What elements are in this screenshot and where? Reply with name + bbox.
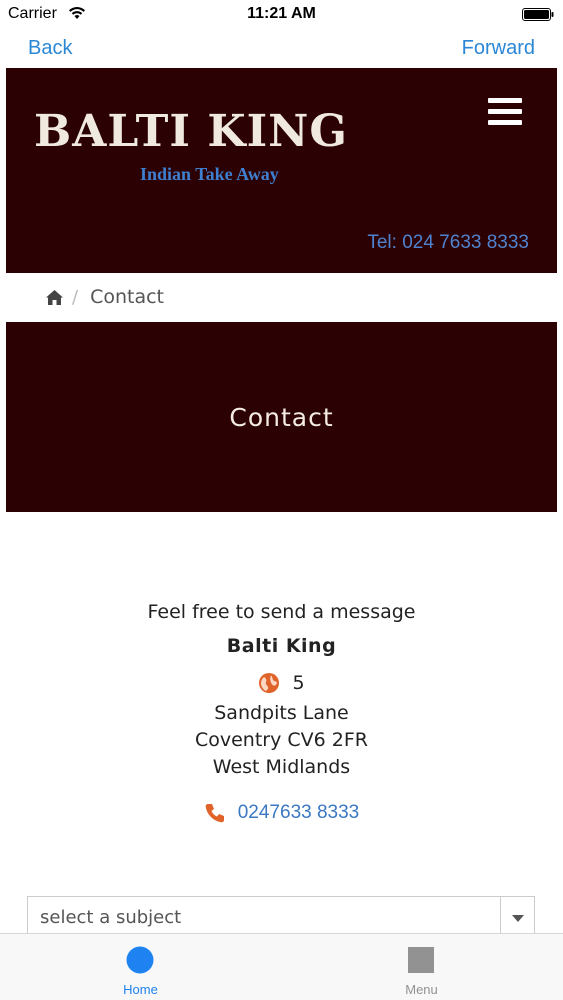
address-number-row: 5 xyxy=(0,666,563,700)
breadcrumb-separator: / xyxy=(72,286,79,308)
header-phone[interactable]: Tel: 024 7633 8333 xyxy=(367,232,529,254)
tab-label: Home xyxy=(123,982,158,997)
contact-intro: Feel free to send a message xyxy=(147,601,416,623)
page-banner: Contact xyxy=(6,322,557,512)
breadcrumb-current: Contact xyxy=(90,286,164,308)
site-logo[interactable]: BALTI KING Indian Take Away xyxy=(34,106,347,196)
subject-select-value: select a subject xyxy=(40,907,182,928)
page-title: Contact xyxy=(229,402,334,432)
tab-home[interactable]: Home xyxy=(0,934,281,1000)
phone-icon xyxy=(205,804,224,823)
address-line: Coventry CV6 2FR xyxy=(194,729,369,751)
circle-icon xyxy=(126,946,154,974)
globe-icon xyxy=(259,673,280,693)
business-name: Balti King xyxy=(226,635,337,657)
logo-subtitle: Indian Take Away xyxy=(140,164,279,184)
phone-link[interactable]: 0247633 8333 xyxy=(238,802,360,824)
address-line: West Midlands xyxy=(212,756,351,778)
address-line: Sandpits Lane xyxy=(214,702,349,724)
tab-bar: Home Menu xyxy=(0,933,563,1000)
phone-row: 0247633 8333 xyxy=(0,793,563,833)
caret-down-icon[interactable] xyxy=(512,915,524,923)
clock: 11:21 AM xyxy=(247,5,316,22)
site-header: BALTI KING Indian Take Away Tel: 024 763… xyxy=(6,68,557,273)
hamburger-icon[interactable] xyxy=(488,98,522,128)
browser-nav-bar: Back Forward xyxy=(0,30,563,68)
battery-icon xyxy=(522,8,554,21)
square-icon xyxy=(408,947,434,973)
back-button[interactable]: Back xyxy=(28,37,72,60)
tab-menu[interactable]: Menu xyxy=(281,934,562,1000)
address-number: 5 xyxy=(292,672,305,694)
breadcrumb: / Contact xyxy=(45,284,164,310)
tab-label: Menu xyxy=(405,982,438,997)
forward-button[interactable]: Forward xyxy=(462,37,535,60)
home-icon[interactable] xyxy=(45,289,64,306)
logo-title: BALTI KING xyxy=(34,106,348,157)
status-bar: Carrier 11:21 AM xyxy=(0,0,563,30)
contact-info: Feel free to send a message Balti King 5… xyxy=(0,598,563,833)
